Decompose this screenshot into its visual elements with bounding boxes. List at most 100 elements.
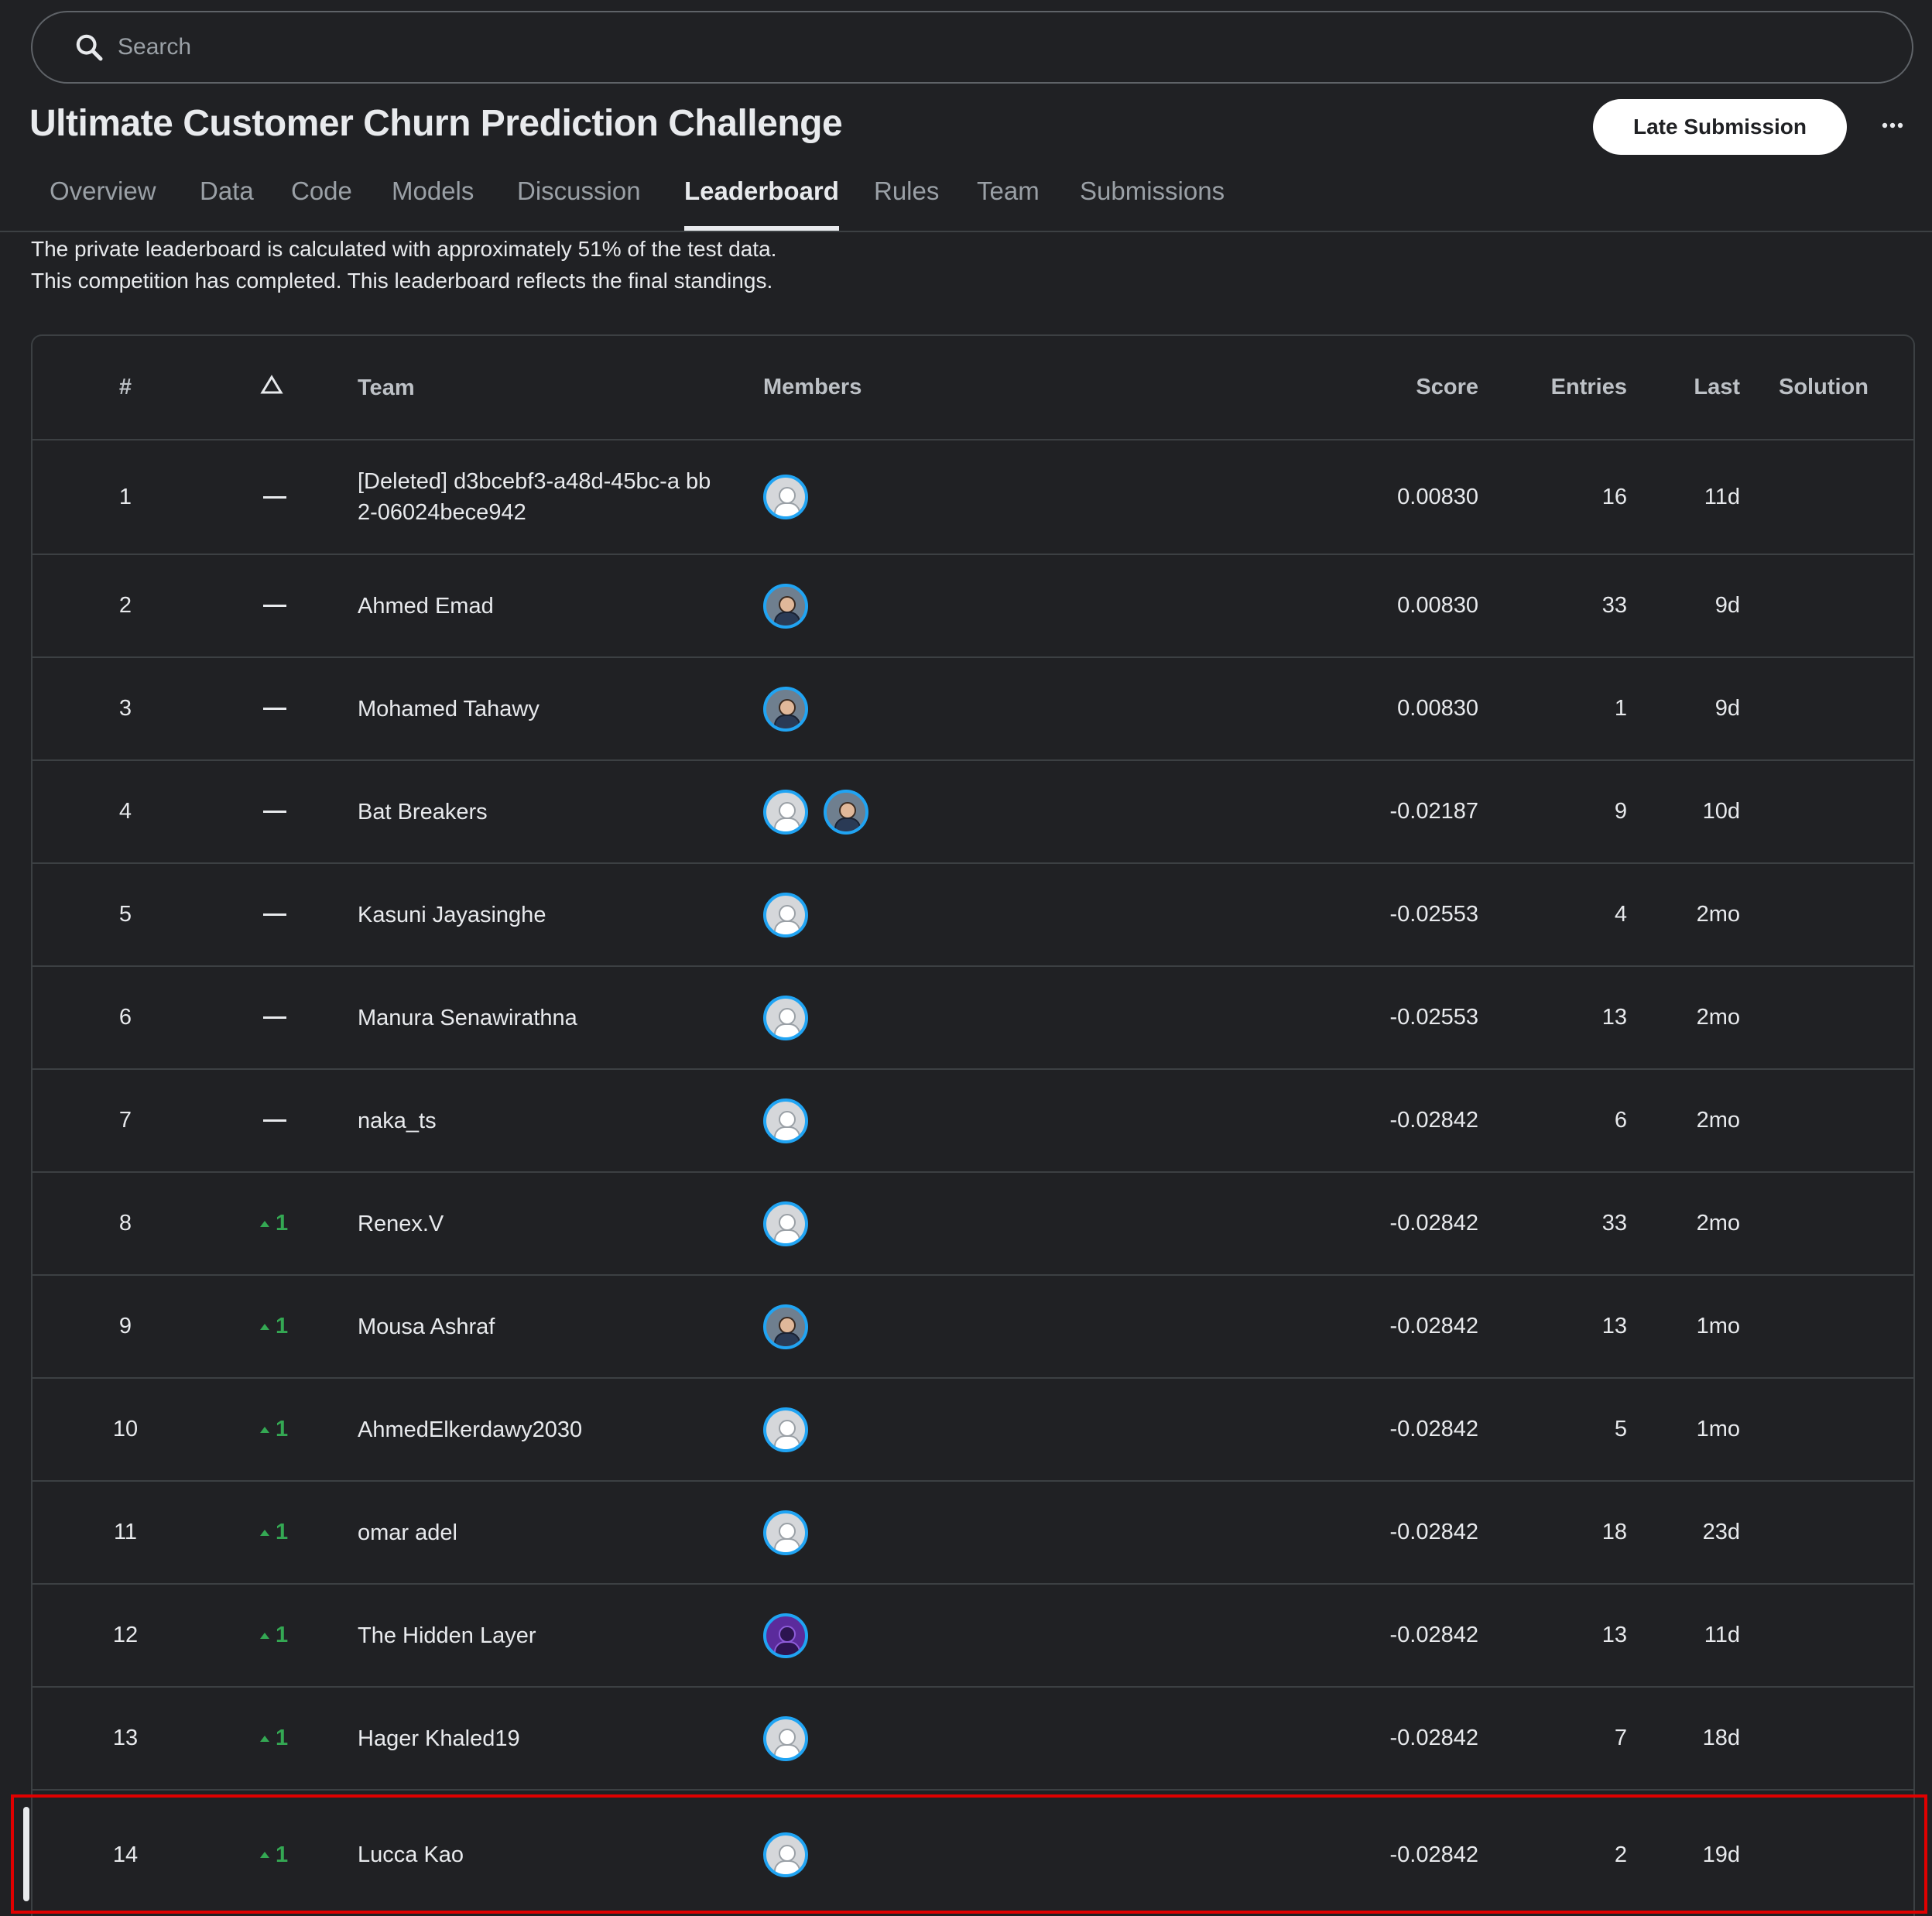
header-rank[interactable]: # <box>94 336 156 439</box>
row-last: 10d <box>1702 799 1740 824</box>
row-team-name[interactable]: Bat Breakers <box>358 761 760 862</box>
row-entries: 1 <box>1614 696 1627 721</box>
rank-up-indicator: 1 <box>260 1417 288 1442</box>
late-submission-button[interactable]: Late Submission <box>1593 99 1847 155</box>
row-members <box>763 658 1228 759</box>
member-avatar[interactable] <box>763 1098 808 1143</box>
tab-rules[interactable]: Rules <box>874 177 939 231</box>
row-last: 1mo <box>1696 1417 1740 1441</box>
no-change-dash-icon <box>263 708 286 710</box>
row-members <box>763 1070 1228 1171</box>
tab-models[interactable]: Models <box>392 177 474 231</box>
member-avatar[interactable] <box>763 1613 808 1658</box>
row-team-name[interactable]: Hager Khaled19 <box>358 1688 760 1789</box>
header-score[interactable]: Score <box>1255 336 1478 439</box>
search-input[interactable] <box>116 33 1822 61</box>
member-avatar[interactable] <box>763 995 808 1040</box>
row-last: 9d <box>1714 696 1740 721</box>
member-avatar[interactable] <box>824 789 868 835</box>
table-row[interactable]: 5 Kasuni Jayasinghe -0.02553 4 2mo <box>33 864 1913 967</box>
row-rank-change: 1 <box>249 1379 327 1480</box>
no-change-dash-icon <box>263 605 286 607</box>
table-row[interactable]: 13 1 Hager Khaled19 -0.02842 7 18d <box>33 1688 1913 1791</box>
current-user-highlight <box>11 1794 1927 1914</box>
row-solution <box>1779 1173 1910 1274</box>
table-header: # Team Members Score Entries Last Soluti… <box>33 336 1913 440</box>
row-team-name[interactable]: naka_ts <box>358 1070 760 1171</box>
member-avatar[interactable] <box>763 789 808 835</box>
member-avatar[interactable] <box>763 583 808 629</box>
row-score: -0.02842 <box>1389 1211 1479 1236</box>
tab-team[interactable]: Team <box>977 177 1040 231</box>
row-team-name[interactable]: [Deleted] d3bcebf3-a48d-45bc-a bb2-06024… <box>358 440 721 554</box>
header-delta[interactable] <box>249 336 327 439</box>
row-members <box>763 1688 1228 1789</box>
row-team-name[interactable]: Renex.V <box>358 1173 760 1274</box>
row-rank-change <box>249 658 327 759</box>
member-avatar[interactable] <box>763 1407 808 1452</box>
member-avatar[interactable] <box>763 892 808 937</box>
member-avatar[interactable] <box>763 1201 808 1246</box>
row-entries: 33 <box>1601 1211 1627 1236</box>
row-team-name[interactable]: The Hidden Layer <box>358 1585 760 1686</box>
row-team-name[interactable]: Mohamed Tahawy <box>358 658 760 759</box>
row-entries: 33 <box>1601 593 1627 618</box>
page-title: Ultimate Customer Churn Prediction Chall… <box>29 103 843 144</box>
row-last: 2mo <box>1696 1005 1740 1030</box>
row-rank-change: 1 <box>249 1585 327 1686</box>
rank-up-indicator: 1 <box>260 1726 288 1751</box>
row-last: 23d <box>1702 1520 1740 1544</box>
header-last[interactable]: Last <box>1643 336 1740 439</box>
header-team[interactable]: Team <box>358 336 760 439</box>
member-avatar[interactable] <box>763 1510 808 1555</box>
table-row[interactable]: 8 1 Renex.V -0.02842 33 2mo <box>33 1173 1913 1276</box>
rank-change-value: 1 <box>276 1211 289 1236</box>
row-team-name[interactable]: Mousa Ashraf <box>358 1276 760 1377</box>
row-rank-change <box>249 967 327 1068</box>
table-row[interactable]: 10 1 AhmedElkerdawy2030 -0.02842 5 1mo <box>33 1379 1913 1482</box>
table-row[interactable]: 3 Mohamed Tahawy 0.00830 1 9d <box>33 658 1913 761</box>
row-team-name[interactable]: omar adel <box>358 1482 760 1583</box>
header-entries[interactable]: Entries <box>1503 336 1627 439</box>
row-score: -0.02553 <box>1389 1005 1479 1030</box>
row-team-name[interactable]: Ahmed Emad <box>358 555 760 656</box>
member-avatar[interactable] <box>763 475 808 519</box>
arrow-up-icon <box>260 1426 269 1433</box>
rank-up-indicator: 1 <box>260 1211 288 1236</box>
table-row[interactable]: 4 Bat Breakers -0.02187 9 10d <box>33 761 1913 864</box>
row-rank-change <box>249 761 327 862</box>
row-team-name[interactable]: AhmedElkerdawy2030 <box>358 1379 760 1480</box>
rank-change-value: 1 <box>276 1726 289 1750</box>
more-options-button[interactable] <box>1873 107 1912 146</box>
row-score: 0.00830 <box>1397 484 1478 509</box>
search-bar[interactable] <box>31 11 1913 84</box>
table-row[interactable]: 1 [Deleted] d3bcebf3-a48d-45bc-a bb2-0602… <box>33 440 1913 555</box>
row-last: 2mo <box>1696 1108 1740 1133</box>
tab-data[interactable]: Data <box>200 177 254 231</box>
member-avatar[interactable] <box>763 1304 808 1349</box>
row-entries: 13 <box>1601 1623 1627 1647</box>
row-team-name[interactable]: Manura Senawirathna <box>358 967 760 1068</box>
member-avatar[interactable] <box>763 686 808 732</box>
table-row[interactable]: 2 Ahmed Emad 0.00830 33 9d <box>33 555 1913 658</box>
table-row[interactable]: 11 1 omar adel -0.02842 18 23d <box>33 1482 1913 1585</box>
no-change-dash-icon <box>263 1119 286 1122</box>
rank-change-value: 1 <box>276 1623 289 1647</box>
table-row[interactable]: 12 1 The Hidden Layer -0.02842 13 11d <box>33 1585 1913 1688</box>
row-solution <box>1779 1482 1910 1583</box>
row-members <box>763 1276 1228 1377</box>
row-solution <box>1779 658 1910 759</box>
member-avatar[interactable] <box>763 1715 808 1761</box>
row-team-name[interactable]: Kasuni Jayasinghe <box>358 864 760 965</box>
table-row[interactable]: 7 naka_ts -0.02842 6 2mo <box>33 1070 1913 1173</box>
row-score: -0.02842 <box>1389 1314 1479 1338</box>
row-entries: 5 <box>1614 1417 1627 1441</box>
tab-discussion[interactable]: Discussion <box>517 177 641 231</box>
tab-submissions[interactable]: Submissions <box>1080 177 1225 231</box>
tab-overview[interactable]: Overview <box>50 177 156 231</box>
tab-leaderboard[interactable]: Leaderboard <box>684 177 839 231</box>
table-row[interactable]: 6 Manura Senawirathna -0.02553 13 2mo <box>33 967 1913 1070</box>
table-row[interactable]: 9 1 Mousa Ashraf -0.02842 13 1mo <box>33 1276 1913 1379</box>
tab-code[interactable]: Code <box>291 177 352 231</box>
row-entries: 13 <box>1601 1314 1627 1338</box>
